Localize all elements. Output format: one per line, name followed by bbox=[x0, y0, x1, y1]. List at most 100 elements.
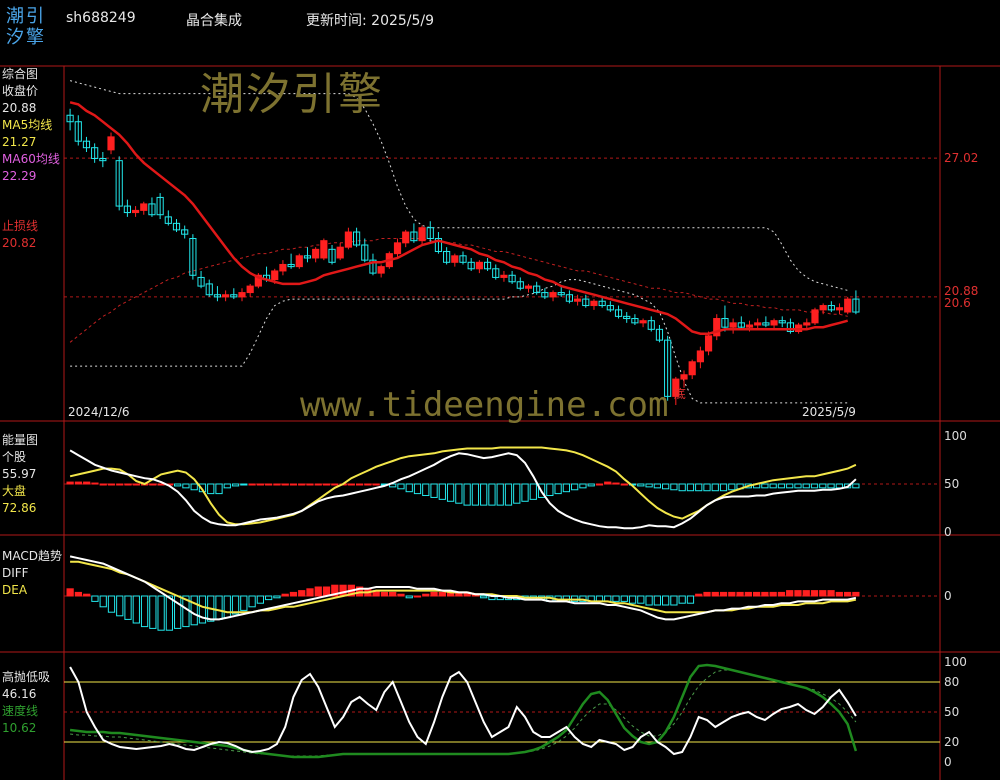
energy-bar bbox=[471, 483, 480, 506]
macd-bar bbox=[405, 595, 413, 599]
energy-bar bbox=[132, 483, 140, 486]
macd-bar bbox=[628, 595, 637, 604]
energy-bar bbox=[571, 483, 579, 491]
candle-body bbox=[574, 298, 582, 302]
market-value: 72.86 bbox=[2, 501, 37, 515]
candle-body bbox=[246, 285, 254, 294]
osc-tick: 0 bbox=[944, 755, 952, 769]
macd-bar bbox=[99, 595, 107, 608]
x-start-label: 2024/12/6 bbox=[68, 405, 130, 419]
macd-bar bbox=[736, 591, 744, 597]
energy-bar bbox=[273, 483, 281, 486]
macd-bar bbox=[91, 595, 99, 602]
macd-bar bbox=[810, 590, 819, 597]
energy-bar bbox=[248, 483, 256, 486]
macd-bar bbox=[430, 591, 438, 597]
candle-body bbox=[524, 285, 533, 289]
macd-bar bbox=[240, 595, 248, 611]
energy-bar bbox=[554, 483, 562, 495]
macd-bar bbox=[786, 590, 794, 597]
watermark-cn: 潮汐引擎 bbox=[200, 69, 384, 120]
candle-body bbox=[770, 320, 778, 326]
energy-bar bbox=[529, 483, 537, 500]
macd-bar bbox=[132, 595, 140, 624]
macd-bar bbox=[397, 593, 405, 597]
stop-loss-labels: 止损线 20.82 bbox=[2, 218, 38, 252]
panel4-title: 高抛低吸 bbox=[2, 670, 51, 684]
energy-bar bbox=[480, 483, 488, 506]
energy-bar bbox=[446, 483, 455, 502]
macd-bar bbox=[74, 591, 83, 597]
x-end-label: 2025/5/9 bbox=[802, 405, 856, 419]
energy-bar bbox=[488, 483, 496, 506]
macd-bar bbox=[223, 595, 231, 619]
panel2-title: 能量图 bbox=[2, 433, 39, 447]
candle-body bbox=[336, 246, 344, 259]
macd-bar bbox=[165, 595, 174, 631]
osc-tick: 50 bbox=[944, 705, 959, 719]
candle-body bbox=[729, 322, 737, 328]
candle-body bbox=[844, 298, 852, 313]
energy-bar bbox=[413, 483, 422, 495]
energy-bar bbox=[240, 483, 248, 486]
ma60-label: MA60均线 bbox=[2, 152, 60, 166]
price-tick: 20.6 bbox=[944, 296, 971, 310]
macd-bar bbox=[645, 595, 653, 606]
macd-bar bbox=[339, 584, 347, 597]
energy-bar bbox=[777, 483, 786, 489]
ma5-value: 21.27 bbox=[2, 135, 37, 149]
energy-tick-100: 100 bbox=[944, 429, 967, 443]
macd-bar bbox=[149, 595, 157, 629]
macd-bar bbox=[802, 590, 810, 597]
energy-bar bbox=[513, 483, 521, 504]
candle-body bbox=[131, 209, 140, 214]
energy-bar bbox=[372, 483, 380, 486]
energy-bar bbox=[786, 483, 794, 489]
macd-bar bbox=[769, 591, 777, 597]
candle-body bbox=[688, 361, 696, 376]
market-label: 大盘 bbox=[2, 484, 27, 498]
candle-body bbox=[451, 255, 459, 263]
energy-bar bbox=[355, 483, 364, 486]
macd-bar bbox=[157, 595, 165, 631]
osc-tick: 20 bbox=[944, 735, 959, 749]
energy-bar bbox=[107, 483, 116, 486]
energy-bar bbox=[463, 483, 471, 506]
market-energy-line bbox=[69, 446, 857, 526]
macd-bar bbox=[215, 595, 223, 620]
energy-bar bbox=[852, 483, 860, 489]
energy-bar bbox=[546, 483, 554, 497]
macd-bar bbox=[380, 591, 389, 597]
macd-bar bbox=[66, 588, 74, 597]
energy-bar bbox=[223, 483, 231, 489]
candle-body bbox=[238, 292, 246, 298]
energy-bar bbox=[835, 483, 843, 489]
energy-bar bbox=[91, 482, 99, 485]
dea-label: DEA bbox=[2, 583, 28, 597]
candle-body bbox=[811, 309, 819, 324]
energy-bar bbox=[207, 483, 215, 495]
macd-bar bbox=[248, 595, 256, 608]
energy-bar bbox=[422, 483, 430, 497]
stock-label: 个股 bbox=[2, 450, 27, 464]
energy-bar bbox=[364, 483, 372, 486]
macd-bar bbox=[819, 590, 827, 597]
bottom-marker: 底 bbox=[674, 386, 686, 401]
macd-bar bbox=[298, 590, 306, 597]
energy-bar bbox=[405, 483, 413, 493]
energy-bar bbox=[116, 483, 124, 486]
candle-body bbox=[295, 255, 303, 268]
energy-bar bbox=[711, 483, 719, 492]
macd-bar bbox=[719, 591, 728, 597]
energy-bar bbox=[322, 483, 331, 486]
osc-tick: 80 bbox=[944, 675, 959, 689]
macd-bar bbox=[124, 595, 132, 620]
speed-line bbox=[69, 663, 858, 759]
macd-bar bbox=[827, 590, 835, 597]
band-upper-line bbox=[69, 80, 848, 291]
energy-bar bbox=[231, 483, 240, 487]
macd-bar bbox=[422, 593, 430, 597]
energy-bar bbox=[678, 483, 686, 492]
energy-bar bbox=[215, 483, 223, 495]
candle-body bbox=[754, 322, 762, 326]
